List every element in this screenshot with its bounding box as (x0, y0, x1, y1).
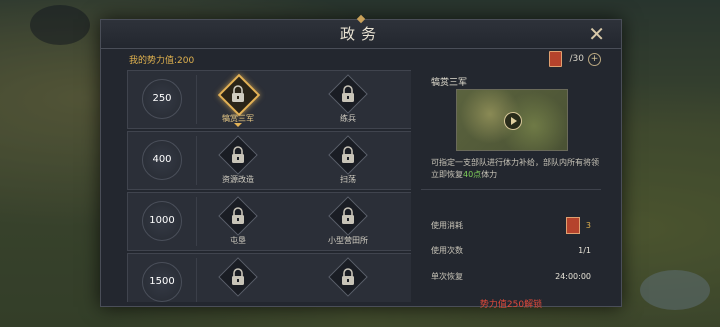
skill-name: 资源改造 (222, 175, 254, 184)
lock-icon (342, 207, 354, 224)
skill-name: 屯垦 (230, 236, 246, 245)
tier-value: 1500 (149, 276, 175, 287)
divider (421, 189, 601, 190)
lock-icon (342, 268, 354, 285)
dialog-titlebar: 政务 ✕ (101, 14, 621, 49)
lock-icon (232, 146, 244, 163)
recover-row: 单次恢复 24:00:00 (431, 265, 591, 287)
description-highlight: 40点 (463, 170, 482, 179)
lock-icon (232, 85, 244, 102)
lock-icon (342, 85, 354, 102)
recover-value: 24:00:00 (555, 271, 591, 281)
cost-row: 使用消耗 3 (431, 214, 591, 236)
skill-farming[interactable]: 屯垦 (203, 193, 273, 250)
decree-card-icon (548, 51, 562, 67)
dialog-title: 政务 (339, 25, 382, 43)
play-icon[interactable] (504, 112, 522, 130)
tier-value: 250 (152, 93, 172, 104)
tier-row: 1500 (127, 253, 411, 302)
tier-badge: 400 (142, 140, 182, 180)
unlock-requirement: 势力值250解锁 (479, 300, 543, 310)
uses-label: 使用次数 (431, 245, 463, 255)
skill-description: 可指定一支部队进行体力补给，部队内所有将领立即恢复40点体力 (431, 158, 599, 179)
uses-value: 1/1 (578, 245, 591, 255)
tier-badge: 1000 (142, 201, 182, 241)
power-value-label: 我的势力值:200 (129, 56, 195, 66)
skill-train-troops[interactable]: 练兵 (313, 71, 383, 128)
skill-name: 扫荡 (340, 175, 356, 184)
tier-row: 250 犒赏三军 练兵 (127, 70, 411, 129)
add-stamina-button[interactable]: + (588, 52, 601, 66)
recover-label: 单次恢复 (431, 271, 463, 281)
stamina-counter: /30 + (548, 51, 601, 67)
close-icon[interactable]: ✕ (588, 23, 611, 45)
lock-icon (342, 146, 354, 163)
lock-icon (232, 268, 244, 285)
skill-reward-troops[interactable]: 犒赏三军 (203, 71, 273, 128)
skill-resource-reform[interactable]: 资源改造 (203, 132, 273, 189)
skill-name: 练兵 (340, 114, 356, 123)
skill-sweep[interactable]: 扫荡 (313, 132, 383, 189)
selected-indicator-icon (234, 123, 242, 127)
skill-name: 小型营田所 (328, 236, 368, 245)
tier-row: 400 资源改造 扫荡 (127, 131, 411, 190)
policy-tier-list[interactable]: 250 犒赏三军 练兵 400 资源改造 扫荡 1000 屯垦 小型营田所 15… (127, 70, 411, 302)
tier-value: 400 (152, 154, 172, 165)
uses-row: 使用次数 1/1 (431, 239, 591, 261)
detail-title: 犒赏三军 (431, 78, 468, 88)
decree-card-icon (565, 216, 580, 234)
tier-badge: 1500 (142, 262, 182, 302)
tier-badge: 250 (142, 79, 182, 119)
tier-value: 1000 (149, 215, 175, 226)
skill-preview-video[interactable] (456, 89, 568, 151)
skill-locked[interactable] (203, 254, 273, 302)
stamina-max: /30 (569, 54, 584, 64)
skill-locked[interactable] (313, 254, 383, 302)
lock-icon (232, 207, 244, 224)
cost-value: 3 (585, 220, 591, 230)
governance-dialog: 政务 ✕ 我的势力值:200 /30 + 250 犒赏三军 练兵 400 资源改… (100, 14, 622, 310)
skill-detail-panel: 犒赏三军 可指定一支部队进行体力补给，部队内所有将领立即恢复40点体力 使用消耗… (421, 70, 601, 310)
skill-small-farmstead[interactable]: 小型营田所 (313, 193, 383, 250)
tier-row: 1000 屯垦 小型营田所 (127, 192, 411, 251)
cost-label: 使用消耗 (431, 220, 463, 230)
